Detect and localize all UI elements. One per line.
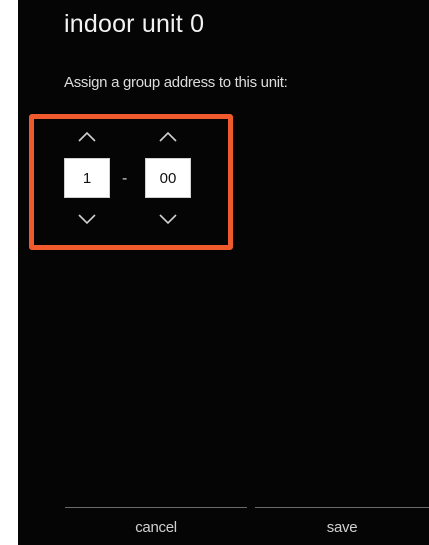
- chevron-down-icon: [159, 214, 177, 225]
- highlight-frame: [29, 114, 233, 250]
- chevron-up-icon: [78, 131, 96, 142]
- chevron-down-icon: [78, 214, 96, 225]
- group-increment-button[interactable]: [64, 126, 110, 148]
- assign-prompt: Assign a group address to this unit:: [64, 74, 288, 91]
- address-separator: -: [122, 170, 128, 187]
- unit-address-field[interactable]: 00: [145, 158, 191, 198]
- save-button[interactable]: save: [255, 513, 429, 541]
- unit-decrement-button[interactable]: [145, 208, 191, 230]
- page-title: indoor unit 0: [64, 10, 205, 38]
- unit-increment-button[interactable]: [145, 126, 191, 148]
- save-divider: [255, 507, 429, 508]
- group-address-field[interactable]: 1: [64, 158, 110, 198]
- group-decrement-button[interactable]: [64, 208, 110, 230]
- cancel-divider: [65, 507, 247, 508]
- cancel-button[interactable]: cancel: [65, 513, 247, 541]
- app-screen: indoor unit 0 Assign a group address to …: [18, 0, 429, 545]
- chevron-up-icon: [159, 131, 177, 142]
